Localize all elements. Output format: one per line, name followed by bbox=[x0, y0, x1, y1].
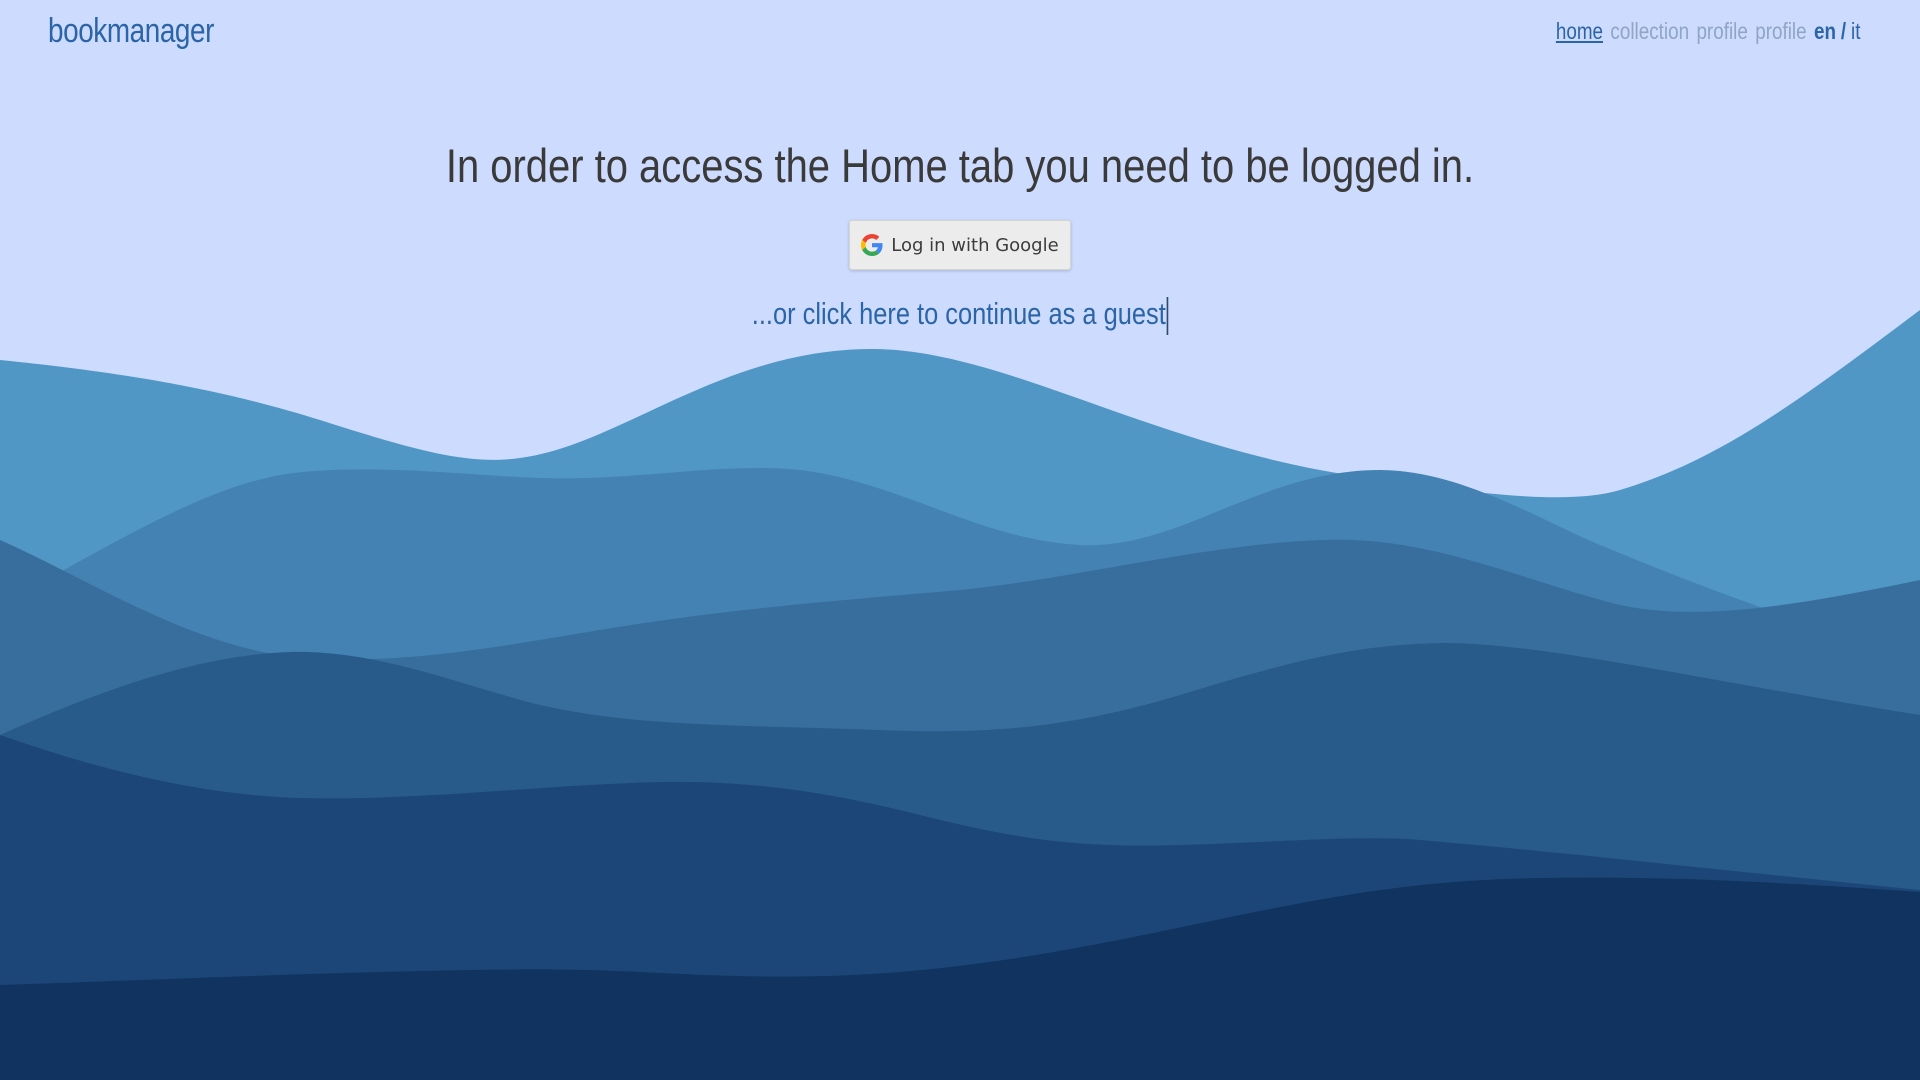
main-nav: home collection profile profile en / it bbox=[1555, 18, 1860, 45]
google-login-button[interactable]: Log in with Google bbox=[849, 220, 1071, 270]
text-cursor bbox=[1166, 296, 1169, 335]
language-it-link[interactable]: it bbox=[1851, 18, 1860, 45]
google-g-logo-icon bbox=[861, 234, 883, 256]
login-required-heading: In order to access the Home tab you need… bbox=[445, 139, 1475, 192]
login-required-page: bookmanager home collection profile prof… bbox=[0, 0, 1920, 1080]
language-separator: / bbox=[1840, 18, 1846, 44]
nav-link-profile[interactable]: profile bbox=[1696, 18, 1747, 45]
top-navbar: bookmanager home collection profile prof… bbox=[0, 0, 1920, 70]
google-login-button-label: Log in with Google bbox=[891, 234, 1059, 256]
nav-link-collection[interactable]: collection bbox=[1610, 18, 1689, 45]
continue-as-guest-link[interactable]: ...or click here to continue as a guest bbox=[173, 296, 1747, 335]
language-en-link[interactable]: en bbox=[1813, 18, 1835, 45]
continue-as-guest-text: ...or click here to continue as a guest bbox=[751, 296, 1166, 331]
brand-logo-link[interactable]: bookmanager bbox=[48, 12, 214, 51]
nav-link-home[interactable]: home bbox=[1555, 18, 1602, 45]
nav-link-profile-secondary[interactable]: profile bbox=[1755, 18, 1806, 45]
